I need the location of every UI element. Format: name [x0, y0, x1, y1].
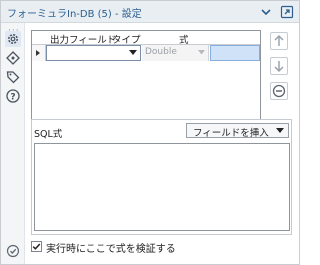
connections-icon[interactable] — [5, 50, 21, 66]
sql-expression-label: SQL式 — [34, 129, 63, 140]
sql-expression-editor[interactable] — [34, 143, 290, 231]
chevron-down-icon[interactable] — [258, 4, 274, 20]
remove-icon — [272, 84, 286, 98]
output-field-dropdown[interactable] — [46, 45, 141, 61]
check-circle-icon — [6, 244, 20, 258]
checkmark-icon — [32, 243, 41, 250]
column-header-expression: 式 — [179, 35, 189, 46]
configuration-gear-icon[interactable] — [5, 31, 21, 47]
window-title: フォーミュラIn-DB (5) - 設定 — [7, 9, 142, 20]
svg-text:?: ? — [10, 93, 15, 103]
left-tool-strip: ··· ? — [1, 23, 25, 264]
move-up-button[interactable] — [270, 32, 288, 50]
remove-button[interactable] — [270, 82, 288, 100]
type-value: Double — [145, 47, 177, 57]
move-down-button[interactable] — [270, 57, 288, 75]
dropdown-arrow-icon — [198, 50, 205, 55]
verify-checkbox-label[interactable]: 実行時にここで式を検証する — [46, 240, 176, 255]
column-header-type: タイプ — [112, 35, 141, 46]
verify-checkbox[interactable] — [31, 241, 42, 252]
dropdown-arrow-icon — [276, 128, 284, 133]
tag-icon[interactable] — [5, 69, 21, 85]
column-header-output-field: 出力フィールド — [50, 35, 117, 46]
dropdown-arrow-icon — [129, 50, 137, 55]
move-up-icon — [274, 34, 284, 46]
pin-icon[interactable] — [279, 4, 295, 20]
table-row: Double — [32, 45, 260, 61]
row-header[interactable] — [32, 45, 46, 61]
expression-cell[interactable] — [210, 45, 260, 61]
title-bar: フォーミュラIn-DB (5) - 設定 — [1, 1, 299, 23]
insert-field-label: フィールドを挿入 — [193, 128, 269, 139]
table-header: 出力フィールド タイプ 式 — [32, 31, 260, 46]
move-down-icon — [274, 61, 284, 73]
field-table: 出力フィールド タイプ 式 Double — [31, 30, 261, 132]
insert-field-dropdown[interactable]: フィールドを挿入 — [186, 123, 289, 139]
help-icon[interactable]: ? — [5, 88, 21, 104]
type-dropdown[interactable]: Double — [142, 45, 209, 61]
